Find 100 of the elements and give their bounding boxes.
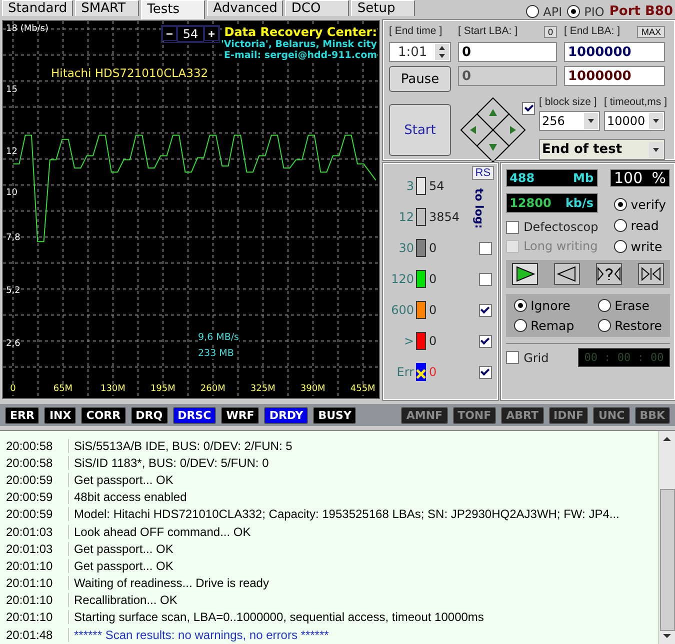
x-axis-label: 455M xyxy=(350,384,376,395)
size-reading: 233 MB xyxy=(198,348,234,359)
log-time: 20:01:48 xyxy=(0,628,69,642)
max-button[interactable]: MAX xyxy=(637,26,665,38)
to-log-label: to log: xyxy=(472,188,486,229)
end-time-value: 1:01 xyxy=(398,44,428,60)
scroll-down-icon[interactable] xyxy=(663,634,671,638)
block-count: 3854 xyxy=(429,210,460,224)
status-flag: ERR xyxy=(5,406,40,424)
threshold-label: Err xyxy=(396,365,414,379)
log-checkbox[interactable] xyxy=(478,272,492,286)
log-time: 20:00:59 xyxy=(0,490,69,504)
log-time: 20:00:58 xyxy=(0,438,69,453)
checkbox[interactable] xyxy=(522,102,535,115)
log-message: Get passport... OK xyxy=(73,558,174,573)
zero-button[interactable]: 0 xyxy=(544,26,557,38)
radio-icon[interactable] xyxy=(567,5,580,18)
finish-action-dropdown[interactable]: End of test xyxy=(539,139,665,160)
checkbox[interactable] xyxy=(506,220,519,234)
decrease-button[interactable]: − xyxy=(162,26,177,41)
start-lba-field[interactable]: 0 xyxy=(458,42,557,62)
threshold-label: 12 xyxy=(398,210,414,224)
option-label[interactable]: Defectoscop xyxy=(524,220,598,234)
error-count: 0 xyxy=(429,365,437,379)
radio-label[interactable]: Remap xyxy=(530,318,574,333)
end-lba-field[interactable]: 1000000 xyxy=(564,42,665,62)
block-count: 0 xyxy=(429,303,437,317)
timeout-dropdown[interactable]: 10000 xyxy=(604,111,665,131)
log-message: 48bit access enabled xyxy=(73,490,187,504)
pause-button[interactable]: Pause xyxy=(389,66,451,92)
tab[interactable]: Standard xyxy=(2,0,74,16)
y-axis-label: 15 xyxy=(5,84,18,96)
tab[interactable]: Setup xyxy=(351,0,416,16)
size-unit: Mb xyxy=(573,171,594,185)
radio-icon[interactable] xyxy=(526,5,540,18)
scroll-up-icon[interactable] xyxy=(663,437,671,441)
radio-label[interactable]: Erase xyxy=(614,298,650,313)
log-checkbox[interactable] xyxy=(478,366,492,378)
radio-icon[interactable] xyxy=(514,299,527,312)
radio-icon[interactable] xyxy=(614,219,627,232)
x-axis-label: 390M xyxy=(300,384,326,395)
log-checkbox[interactable] xyxy=(478,242,492,254)
start-lba-label: [ Start LBA: ] xyxy=(458,25,518,38)
log-checkbox[interactable] xyxy=(478,334,492,348)
radio-label[interactable]: read xyxy=(630,218,659,233)
log-message: Recallibration... OK xyxy=(73,593,178,608)
radio-icon[interactable] xyxy=(614,198,627,211)
x-axis-label: 65M xyxy=(53,384,73,395)
radio-icon[interactable] xyxy=(598,319,611,332)
x-axis-label: 130M xyxy=(100,384,126,395)
log-message: SiS/ID 1183*, BUS: 0/DEV: 5/FUN: 0 xyxy=(73,456,269,470)
tab[interactable]: Tests xyxy=(141,0,206,19)
y-axis-label: 10 xyxy=(5,186,18,199)
timer-display: 00 : 00 : 00 xyxy=(578,348,670,367)
block-count: 0 xyxy=(429,272,437,286)
play-button[interactable] xyxy=(512,263,538,285)
tab[interactable]: Advanced xyxy=(207,0,284,16)
log-checkbox[interactable] xyxy=(478,304,492,316)
log-message: Get passport... OK xyxy=(73,542,174,556)
y-axis-label: 18 (Mb/s) xyxy=(5,23,50,35)
log-message: SiS/5513A/B IDE, BUS: 0/DEV: 2/FUN: 5 xyxy=(73,438,292,453)
radio-icon[interactable] xyxy=(514,319,527,332)
tab[interactable]: SMART xyxy=(75,0,140,16)
status-flag: DRQ xyxy=(130,406,168,424)
block-count: 0 xyxy=(429,241,437,255)
end-time-field[interactable]: 1:01 xyxy=(389,42,451,62)
radio-label[interactable]: Restore xyxy=(614,318,662,333)
start-button[interactable]: Start xyxy=(389,104,451,156)
butterfly-button[interactable] xyxy=(638,263,664,285)
radio-label[interactable]: verify xyxy=(630,197,666,212)
x-axis-label: 260M xyxy=(200,384,226,395)
current-end-lba-field[interactable]: 1000000 xyxy=(564,66,665,86)
block-size-label: [ block size ] xyxy=(539,96,598,109)
radio-icon[interactable] xyxy=(614,240,627,253)
spinner-icon[interactable] xyxy=(435,44,449,60)
tab[interactable]: DCO xyxy=(285,0,350,16)
radio-label[interactable]: PIO xyxy=(584,4,604,18)
reset-button[interactable]: RS xyxy=(472,166,494,180)
end-time-label: [ End time ] xyxy=(389,25,444,38)
scroll-thumb[interactable] xyxy=(660,489,674,631)
increase-button[interactable]: + xyxy=(204,26,219,41)
option-label[interactable]: Grid xyxy=(524,350,549,364)
threshold-label: 30 xyxy=(398,241,414,255)
radio-label[interactable]: Ignore xyxy=(530,298,570,313)
radio-label[interactable]: API xyxy=(543,4,562,18)
y-axis-label: 12 xyxy=(5,146,18,158)
random-button[interactable] xyxy=(596,263,622,285)
scrollbar[interactable] xyxy=(658,431,675,644)
threshold-label: > xyxy=(402,334,414,348)
log-message: Look ahead OFF command... OK xyxy=(73,524,251,539)
checkbox[interactable] xyxy=(506,351,519,364)
radio-label[interactable]: write xyxy=(630,239,662,254)
log-message: Get passport... OK xyxy=(73,472,174,487)
radio-icon[interactable] xyxy=(598,299,611,312)
log-time: 20:00:59 xyxy=(0,507,69,522)
block-size-dropdown[interactable]: 256 xyxy=(539,111,600,131)
reverse-button[interactable] xyxy=(554,263,580,285)
log-time: 20:01:10 xyxy=(0,593,69,608)
log-time: 20:00:59 xyxy=(0,472,69,487)
status-flag: AMNF xyxy=(401,406,448,424)
